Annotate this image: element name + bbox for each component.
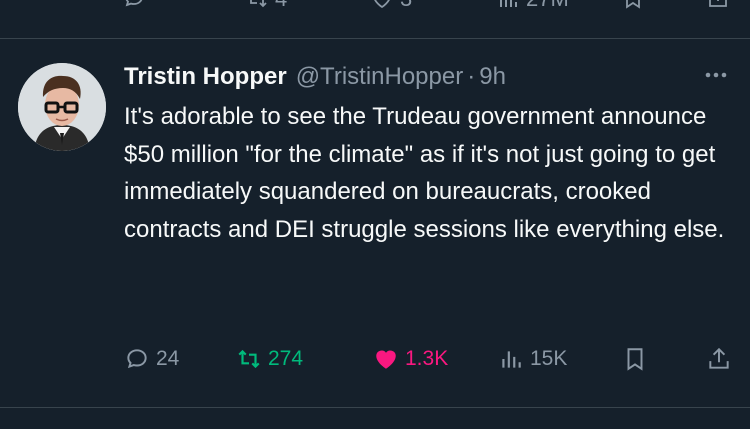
prev-share-button[interactable] <box>706 0 730 10</box>
previous-tweet-actions: 4 3 27M <box>0 0 750 18</box>
views-button[interactable]: 15K <box>498 341 567 377</box>
tweet-header: Tristin Hopper @TristinHopper · 9h <box>124 59 730 95</box>
bookmark-icon <box>621 0 645 10</box>
prev-retweet-button[interactable]: 4 <box>245 0 287 12</box>
timestamp[interactable]: 9h <box>479 63 506 91</box>
share-icon <box>706 346 732 372</box>
tweet-text: It's adorable to see the Trudeau governm… <box>124 103 725 243</box>
prev-views-button[interactable]: 27M <box>496 0 569 12</box>
retweet-icon <box>245 0 269 11</box>
bookmark-button[interactable] <box>622 341 648 377</box>
views-icon <box>496 0 520 11</box>
author-handle[interactable]: @TristinHopper <box>296 63 464 91</box>
prev-like-count: 3 <box>400 0 412 12</box>
heart-icon <box>370 0 394 11</box>
views-count: 15K <box>530 347 568 370</box>
reply-count: 24 <box>156 347 180 370</box>
views-icon <box>498 346 524 372</box>
prev-like-button[interactable]: 3 <box>370 0 412 12</box>
retweet-count: 274 <box>268 347 304 370</box>
avatar[interactable] <box>18 63 106 151</box>
share-button[interactable] <box>706 341 732 377</box>
share-icon <box>706 0 730 10</box>
avatar-photo <box>18 63 106 151</box>
like-button[interactable]: 1.3K <box>373 341 448 377</box>
bookmark-icon <box>622 346 648 372</box>
heart-icon <box>373 346 399 372</box>
separator-dot: · <box>467 63 476 90</box>
like-count: 1.3K <box>405 347 449 370</box>
reply-icon <box>124 346 150 372</box>
more-icon[interactable] <box>702 61 730 89</box>
prev-bookmark-button[interactable] <box>621 0 645 10</box>
tweet-divider-bottom <box>0 407 750 408</box>
prev-reply-button[interactable] <box>122 0 146 10</box>
tweet-divider <box>0 38 750 39</box>
tweet-actions: 24 274 1.3K 15K <box>120 341 740 377</box>
prev-retweet-count: 4 <box>275 0 287 12</box>
reply-icon <box>122 0 146 10</box>
author-name[interactable]: Tristin Hopper <box>124 63 287 91</box>
prev-views-count: 27M <box>526 0 569 12</box>
retweet-button[interactable]: 274 <box>236 341 303 377</box>
reply-button[interactable]: 24 <box>124 341 179 377</box>
retweet-icon <box>236 346 262 372</box>
